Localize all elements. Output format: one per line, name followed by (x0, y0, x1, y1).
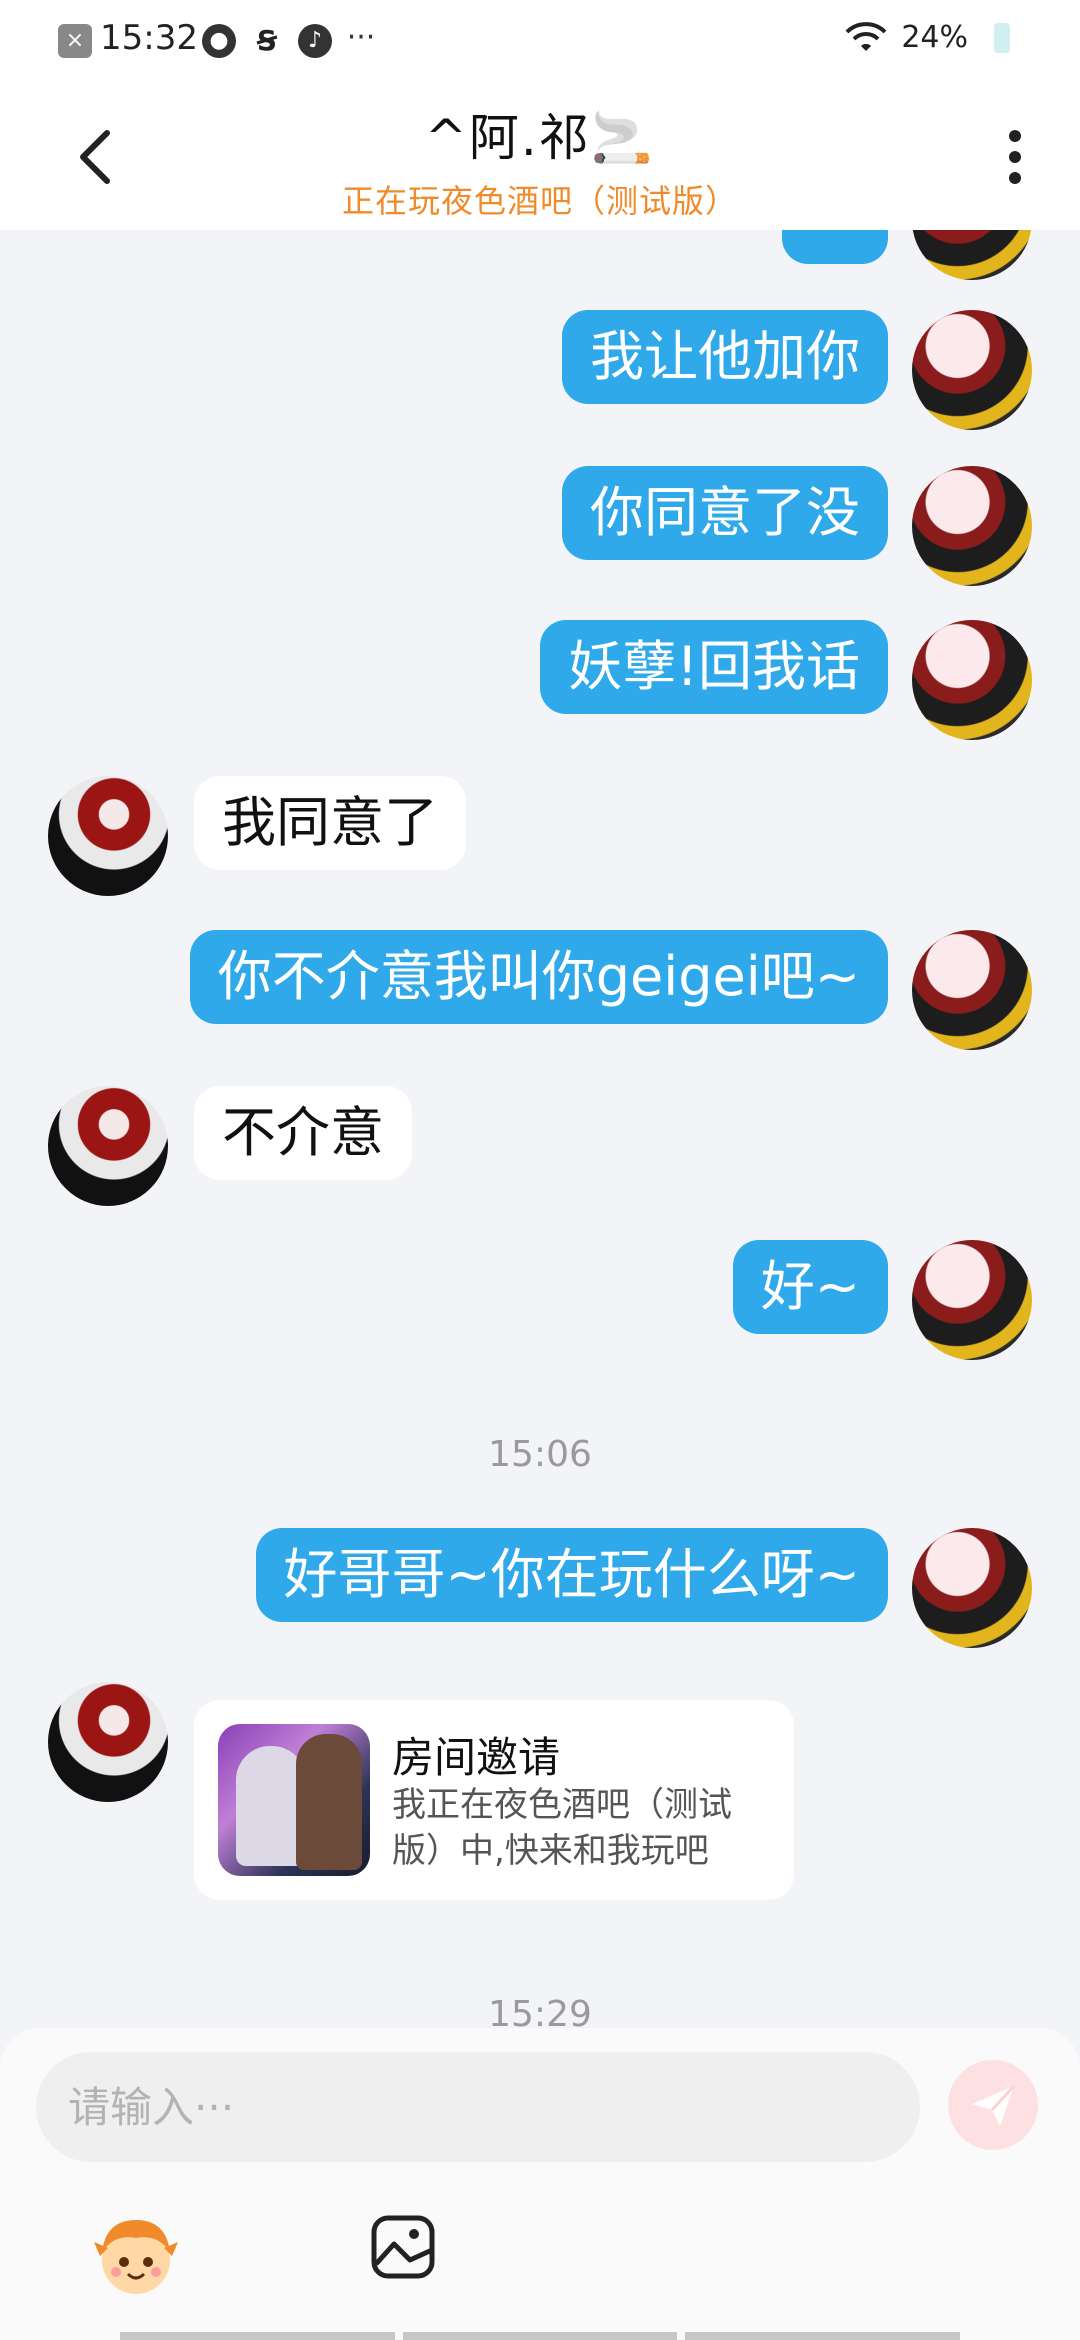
game-character-right (296, 1734, 362, 1870)
send-icon (972, 2084, 1016, 2126)
my-avatar[interactable] (912, 466, 1032, 586)
message-bubble-partial[interactable] (782, 230, 888, 264)
chat-messages[interactable]: 我让他加你 你同意了没 妖孽!回我话 我同意了 你不介意我叫你geigei吧~ … (0, 230, 1080, 2030)
contact-avatar[interactable] (48, 1682, 168, 1802)
wifi-icon (845, 21, 887, 51)
more-vertical-icon (1009, 130, 1021, 184)
my-avatar[interactable] (912, 620, 1032, 740)
image-button[interactable] (370, 2214, 436, 2280)
contact-avatar[interactable] (48, 1086, 168, 1206)
status-bar: × 15:32 ● Ꞩ ♪ ··· 24% (0, 0, 1080, 84)
time-separator: 15:29 (488, 1994, 592, 2030)
gesture-segment (685, 2332, 961, 2340)
room-invite-card[interactable]: 房间邀请 我正在夜色酒吧（测试版）中,快来和我玩吧 (194, 1700, 794, 1900)
camera-notification-icon: ● (202, 24, 236, 58)
chat-header: ^阿.祁🚬 正在玩夜色酒吧（测试版） (0, 84, 1080, 230)
music-app-notification-icon: ♪ (298, 24, 332, 58)
gesture-navigation-bar[interactable] (120, 2332, 961, 2340)
message-bubble[interactable]: 好~ (732, 1240, 888, 1334)
emoji-icon (94, 2220, 178, 2294)
contact-avatar[interactable] (48, 776, 168, 896)
game-thumbnail (218, 1724, 370, 1876)
message-bubble[interactable]: 你不介意我叫你geigei吧~ (189, 930, 888, 1024)
s-app-notification-icon: Ꞩ (256, 24, 278, 57)
chat-subtitle: 正在玩夜色酒吧（测试版） (341, 182, 738, 220)
notification-close-icon: × (58, 24, 92, 58)
invite-description: 我正在夜色酒吧（测试版）中,快来和我玩吧 (392, 1785, 732, 1871)
more-notifications-icon: ··· (346, 20, 376, 55)
my-avatar[interactable] (912, 1240, 1032, 1360)
battery-percent: 24% (901, 20, 968, 55)
title-wrap: ^阿.祁🚬 正在玩夜色酒吧（测试版） (0, 98, 1080, 222)
invite-title: 房间邀请 (392, 1733, 561, 1782)
send-button[interactable] (948, 2060, 1038, 2150)
my-avatar[interactable] (912, 310, 1032, 430)
input-panel (0, 2028, 1080, 2340)
message-bubble[interactable]: 我同意了 (194, 776, 466, 870)
battery-icon (994, 22, 1010, 53)
chat-title: ^阿.祁🚬 (424, 109, 656, 167)
status-right: 24% (843, 20, 1010, 55)
message-bubble[interactable]: 不介意 (194, 1086, 412, 1180)
my-avatar[interactable] (912, 1528, 1032, 1648)
gesture-segment (402, 2332, 678, 2340)
message-bubble[interactable]: 好哥哥~你在玩什么呀~ (255, 1528, 888, 1622)
my-avatar[interactable] (912, 930, 1032, 1050)
my-avatar[interactable] (912, 230, 1032, 280)
message-bubble[interactable]: 我让他加你 (562, 310, 888, 404)
gesture-segment (120, 2332, 395, 2340)
image-icon (371, 2215, 435, 2279)
emoji-button[interactable] (92, 2212, 180, 2300)
message-bubble[interactable]: 你同意了没 (562, 466, 888, 560)
more-menu-button[interactable] (990, 122, 1040, 192)
message-bubble[interactable]: 妖孽!回我话 (540, 620, 888, 714)
time-separator: 15:06 (488, 1434, 592, 1475)
status-time: 15:32 (100, 18, 198, 58)
message-input[interactable] (36, 2052, 920, 2162)
